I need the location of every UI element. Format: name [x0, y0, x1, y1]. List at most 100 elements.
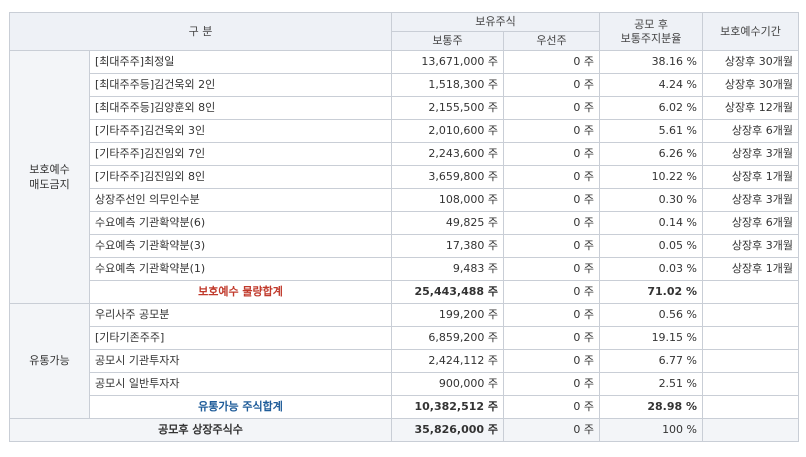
row-common: 17,380 주	[391, 234, 504, 258]
row-common: 1,518,300 주	[391, 73, 504, 97]
row-name: 수요예측 기관확약분(3)	[89, 234, 392, 258]
row-period: 상장후 6개월	[702, 119, 800, 143]
row-common: 2,243,600 주	[391, 142, 504, 166]
row-name: [기타주주]김진임외 7인	[89, 142, 392, 166]
row-name: 우리사주 공모분	[89, 303, 392, 327]
table-row: [기타주주]김건욱외 3인 2,010,600 주 0 주 5.61 % 상장후…	[10, 119, 800, 143]
row-common: 49,825 주	[391, 211, 504, 235]
subtotal-ratio: 28.98 %	[599, 395, 704, 419]
row-ratio: 0.03 %	[599, 257, 704, 281]
row-preferred: 0 주	[502, 326, 601, 350]
row-common: 3,659,800 주	[391, 165, 504, 189]
subtotal-period-empty	[702, 395, 800, 419]
total-preferred: 0 주	[502, 418, 601, 442]
row-period-empty	[702, 326, 800, 350]
subtotal-period-empty	[702, 280, 800, 304]
total-period-empty	[702, 418, 800, 442]
row-name: [기타기존주주]	[89, 326, 392, 350]
header-ratio: 공모 후 보통주지분율	[599, 12, 704, 51]
row-period: 상장후 3개월	[702, 188, 800, 212]
row-period: 상장후 3개월	[702, 234, 800, 258]
header-common: 보통주	[391, 31, 504, 51]
subtotal-common: 10,382,512 주	[391, 395, 504, 419]
row-ratio: 38.16 %	[599, 50, 704, 74]
row-preferred: 0 주	[502, 73, 601, 97]
row-common: 199,200 주	[391, 303, 504, 327]
total-common: 35,826,000 주	[391, 418, 504, 442]
row-period: 상장후 3개월	[702, 142, 800, 166]
subtotal-preferred: 0 주	[502, 280, 601, 304]
total-ratio: 100 %	[599, 418, 704, 442]
table-row: 공모시 기관투자자 2,424,112 주 0 주 6.77 %	[10, 349, 800, 373]
row-preferred: 0 주	[502, 142, 601, 166]
subtotal-row-lockup: 보호예수 물량합계 25,443,488 주 0 주 71.02 %	[10, 280, 800, 304]
group-label-lockup: 보호예수 매도금지	[9, 50, 90, 304]
header-ratio-line2: 보통주지분율	[620, 31, 682, 45]
row-preferred: 0 주	[502, 96, 601, 120]
row-ratio: 6.77 %	[599, 349, 704, 373]
row-period: 상장후 30개월	[702, 73, 800, 97]
table-row: 상장주선인 의무인수분 108,000 주 0 주 0.30 % 상장후 3개월	[10, 188, 800, 212]
row-preferred: 0 주	[502, 257, 601, 281]
row-common: 9,483 주	[391, 257, 504, 281]
row-name: [최대주주등]김양훈외 8인	[89, 96, 392, 120]
group-label-line2: 매도금지	[29, 178, 70, 191]
table-row: 유통가능 우리사주 공모분 199,200 주 0 주 0.56 %	[9, 303, 800, 419]
row-preferred: 0 주	[502, 303, 601, 327]
row-ratio: 0.30 %	[599, 188, 704, 212]
header-holdings: 보유주식	[390, 12, 601, 32]
row-ratio: 10.22 %	[599, 165, 704, 189]
subtotal-name: 보호예수 물량합계	[89, 280, 392, 304]
row-ratio: 0.05 %	[599, 234, 704, 258]
row-name: 수요예측 기관확약분(1)	[89, 257, 392, 281]
row-period: 상장후 1개월	[702, 165, 800, 189]
row-common: 6,859,200 주	[391, 326, 504, 350]
row-common: 900,000 주	[391, 372, 504, 396]
table-row: 공모시 일반투자자 900,000 주 0 주 2.51 %	[10, 372, 800, 396]
row-name: [기타주주]김진임외 8인	[89, 165, 392, 189]
row-name: 수요예측 기관확약분(6)	[89, 211, 392, 235]
row-ratio: 2.51 %	[599, 372, 704, 396]
row-ratio: 0.14 %	[599, 211, 704, 235]
header-ratio-line1: 공모 후	[634, 17, 668, 31]
table-row: 수요예측 기관확약분(1) 9,483 주 0 주 0.03 % 상장후 1개월	[10, 257, 800, 281]
subtotal-name: 유통가능 주식합계	[89, 395, 392, 419]
row-name: 공모시 기관투자자	[89, 349, 392, 373]
table-row: 보호예수 매도금지 [최대주주]최정일 13,671,000 주 0 주 38.…	[9, 50, 800, 304]
row-ratio: 19.15 %	[599, 326, 704, 350]
row-period-empty	[702, 349, 800, 373]
row-preferred: 0 주	[502, 119, 601, 143]
header-lockup-period: 보호예수기간	[702, 12, 800, 51]
row-preferred: 0 주	[502, 234, 601, 258]
row-ratio: 6.02 %	[599, 96, 704, 120]
table-row: 수요예측 기관확약분(6) 49,825 주 0 주 0.14 % 상장후 6개…	[10, 211, 800, 235]
row-preferred: 0 주	[502, 372, 601, 396]
subtotal-ratio: 71.02 %	[599, 280, 704, 304]
row-preferred: 0 주	[502, 188, 601, 212]
row-common: 2,155,500 주	[391, 96, 504, 120]
row-common: 108,000 주	[391, 188, 504, 212]
total-row: 공모후 상장주식수 35,826,000 주 0 주 100 %	[9, 418, 800, 442]
table-row: [최대주주등]김건욱외 2인 1,518,300 주 0 주 4.24 % 상장…	[10, 73, 800, 97]
row-name: 공모시 일반투자자	[89, 372, 392, 396]
table-row: [최대주주등]김양훈외 8인 2,155,500 주 0 주 6.02 % 상장…	[10, 96, 800, 120]
row-preferred: 0 주	[502, 50, 601, 74]
group-label-tradable: 유통가능	[9, 303, 90, 419]
table-row: [기타주주]김진임외 7인 2,243,600 주 0 주 6.26 % 상장후…	[10, 142, 800, 166]
row-ratio: 5.61 %	[599, 119, 704, 143]
subtotal-common: 25,443,488 주	[391, 280, 504, 304]
row-period: 상장후 1개월	[702, 257, 800, 281]
table-row: [기타기존주주] 6,859,200 주 0 주 19.15 %	[10, 326, 800, 350]
subtotal-preferred: 0 주	[502, 395, 601, 419]
row-ratio: 4.24 %	[599, 73, 704, 97]
row-period: 상장후 30개월	[702, 50, 800, 74]
row-ratio: 0.56 %	[599, 303, 704, 327]
row-period: 상장후 12개월	[702, 96, 800, 120]
header-preferred: 우선주	[502, 31, 601, 51]
row-common: 13,671,000 주	[391, 50, 504, 74]
table-row: 수요예측 기관확약분(3) 17,380 주 0 주 0.05 % 상장후 3개…	[10, 234, 800, 258]
row-name: [최대주주등]김건욱외 2인	[89, 73, 392, 97]
row-common: 2,424,112 주	[391, 349, 504, 373]
header-category: 구 분	[9, 12, 392, 51]
table-row: [기타주주]김진임외 8인 3,659,800 주 0 주 10.22 % 상장…	[10, 165, 800, 189]
